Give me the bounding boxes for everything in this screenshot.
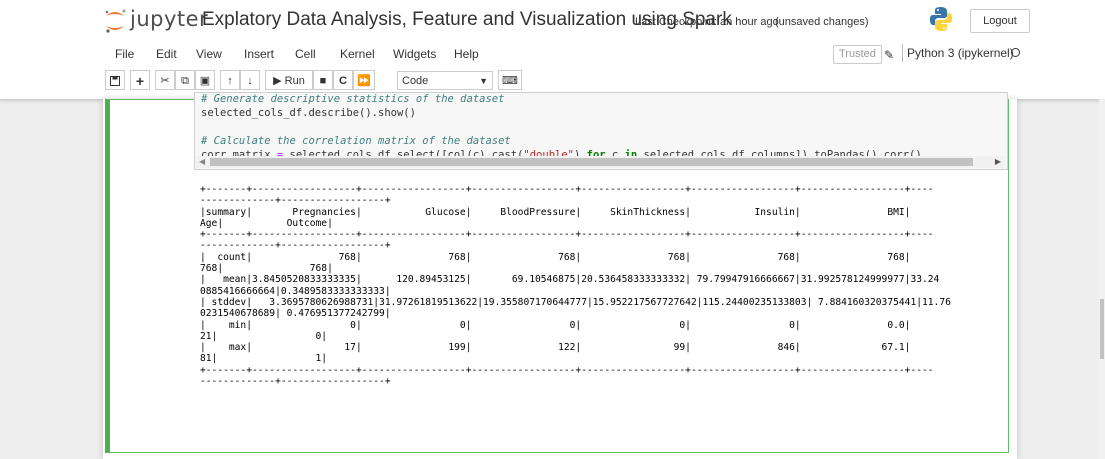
run-label: Run [284, 75, 305, 87]
pencil-icon[interactable]: ✎ [884, 48, 894, 62]
kernel-idle-icon [1011, 48, 1020, 57]
trusted-badge[interactable]: Trusted [833, 45, 882, 64]
output-line: +-------+------------------+------------… [200, 364, 934, 376]
save-icon [110, 76, 120, 86]
jupyter-logo-text[interactable]: jupyter [130, 7, 208, 31]
cell-type-value: Code [402, 75, 429, 87]
insert-cell-button[interactable]: + [130, 70, 150, 90]
menu-cell[interactable]: Cell [295, 47, 316, 61]
restart-button[interactable]: C [333, 70, 353, 90]
keyboard-icon: ⌨ [502, 75, 518, 87]
code-cell[interactable]: # Generate descriptive statistics of the… [105, 92, 1010, 453]
cell-output: +-------+------------------+------------… [200, 184, 1010, 434]
command-palette-button[interactable]: ⌨ [498, 70, 522, 90]
play-icon: ▶ [273, 75, 282, 87]
output-line: +-------+------------------+------------… [200, 184, 934, 195]
scrollbar-thumb[interactable] [210, 158, 973, 166]
notebook-toolbar: + ✂ ⧉ ▣ ↑ ↓ ▶ Run ■ C ⏩ Code ▼ ⌨ [0, 70, 1105, 92]
code-line-3: # Calculate the correlation matrix of th… [201, 134, 511, 148]
title-row: jupyter Explatory Data Analysis, Feature… [103, 0, 1043, 40]
menubar: File Edit View Insert Cell Kernel Widget… [0, 40, 1105, 68]
python-logo-icon [930, 7, 952, 31]
output-line: 0231540678689| 0.476951377242799| [200, 308, 391, 320]
checkpoint-status: Last Checkpoint: an hour ago [635, 16, 779, 28]
output-line: | max| 17| 199| 122| 99| 846| 67.1| [200, 342, 911, 354]
code-line-2: selected_cols_df.describe().show() [201, 107, 416, 119]
output-line: | count| 768| 768| 768| 768| 768| 768| [200, 251, 911, 263]
kernel-indicator[interactable]: Python 3 (ipykernel) [902, 44, 1014, 62]
scissors-icon: ✂ [160, 75, 170, 87]
scroll-left-icon[interactable]: ◀ [199, 156, 205, 168]
paste-icon: ▣ [199, 75, 211, 87]
notebook-page: # Generate descriptive statistics of the… [103, 92, 1017, 459]
copy-button[interactable]: ⧉ [175, 70, 195, 90]
arrow-up-icon: ↑ [227, 75, 233, 87]
output-line: | min| 0| 0| 0| 0| 0| 0.0| [200, 319, 911, 331]
output-line: 81| 1| [200, 353, 328, 365]
interrupt-button[interactable]: ■ [313, 70, 333, 90]
plus-icon: + [135, 73, 145, 89]
jupyter-logo-icon[interactable] [103, 8, 127, 34]
restart-run-all-button[interactable]: ⏩ [353, 70, 375, 90]
code-comment: # Generate descriptive statistics of the… [201, 93, 505, 105]
save-button[interactable] [105, 70, 125, 90]
move-up-button[interactable]: ↑ [220, 70, 240, 90]
menu-edit[interactable]: Edit [156, 47, 177, 61]
output-text: +-------+------------------+------------… [200, 184, 1010, 387]
output-line: +-------+------------------+------------… [200, 229, 934, 241]
cell-type-select[interactable]: Code ▼ [397, 71, 493, 90]
cut-button[interactable]: ✂ [155, 70, 175, 90]
output-line: -------------+------------------+ [200, 240, 391, 252]
output-line: 21| 0| [200, 330, 328, 342]
run-button[interactable]: ▶ Run [265, 70, 313, 90]
cell-input[interactable]: # Generate descriptive statistics of the… [194, 92, 1008, 170]
logout-button[interactable]: Logout [970, 9, 1030, 33]
menu-view[interactable]: View [196, 47, 222, 61]
scroll-right-icon[interactable]: ▶ [995, 156, 1001, 168]
output-line: | stddev| 3.3695780626988731|31.97261819… [200, 296, 951, 308]
paste-button[interactable]: ▣ [195, 70, 215, 90]
page-scrollbar[interactable] [1099, 99, 1105, 459]
output-line: |summary| Pregnancies| Glucose| BloodPre… [200, 206, 911, 218]
autosave-status: (unsaved changes) [775, 16, 869, 28]
horizontal-scrollbar[interactable]: ◀ ▶ [196, 156, 1004, 168]
chevron-down-icon: ▼ [479, 76, 488, 86]
output-line: | mean|3.8450520833333335| 120.89453125|… [200, 274, 940, 286]
menu-kernel[interactable]: Kernel [340, 47, 375, 61]
menu-help[interactable]: Help [454, 47, 479, 61]
stop-icon: ■ [319, 75, 327, 87]
output-line: Age| Outcome| [200, 217, 333, 229]
menu-widgets[interactable]: Widgets [393, 47, 436, 61]
code-comment: # Calculate the correlation matrix of th… [201, 135, 511, 147]
restart-icon: C [339, 75, 347, 87]
page-scrollbar-thumb[interactable] [1100, 299, 1104, 359]
output-line: 0885416666664|0.3489583333333333| [200, 285, 391, 297]
output-line: -------------+------------------+ [200, 376, 391, 388]
menu-file[interactable]: File [115, 47, 134, 61]
code-line-1: # Generate descriptive statistics of the… [201, 92, 504, 106]
copy-icon: ⧉ [181, 75, 189, 87]
output-line: 768| 768| [200, 263, 333, 275]
fast-forward-icon: ⏩ [357, 75, 371, 87]
move-down-button[interactable]: ↓ [240, 70, 260, 90]
menu-insert[interactable]: Insert [244, 47, 274, 61]
output-line: -------------+------------------+ [200, 195, 391, 207]
notebook-header: jupyter Explatory Data Analysis, Feature… [0, 0, 1105, 100]
arrow-down-icon: ↓ [247, 75, 253, 87]
